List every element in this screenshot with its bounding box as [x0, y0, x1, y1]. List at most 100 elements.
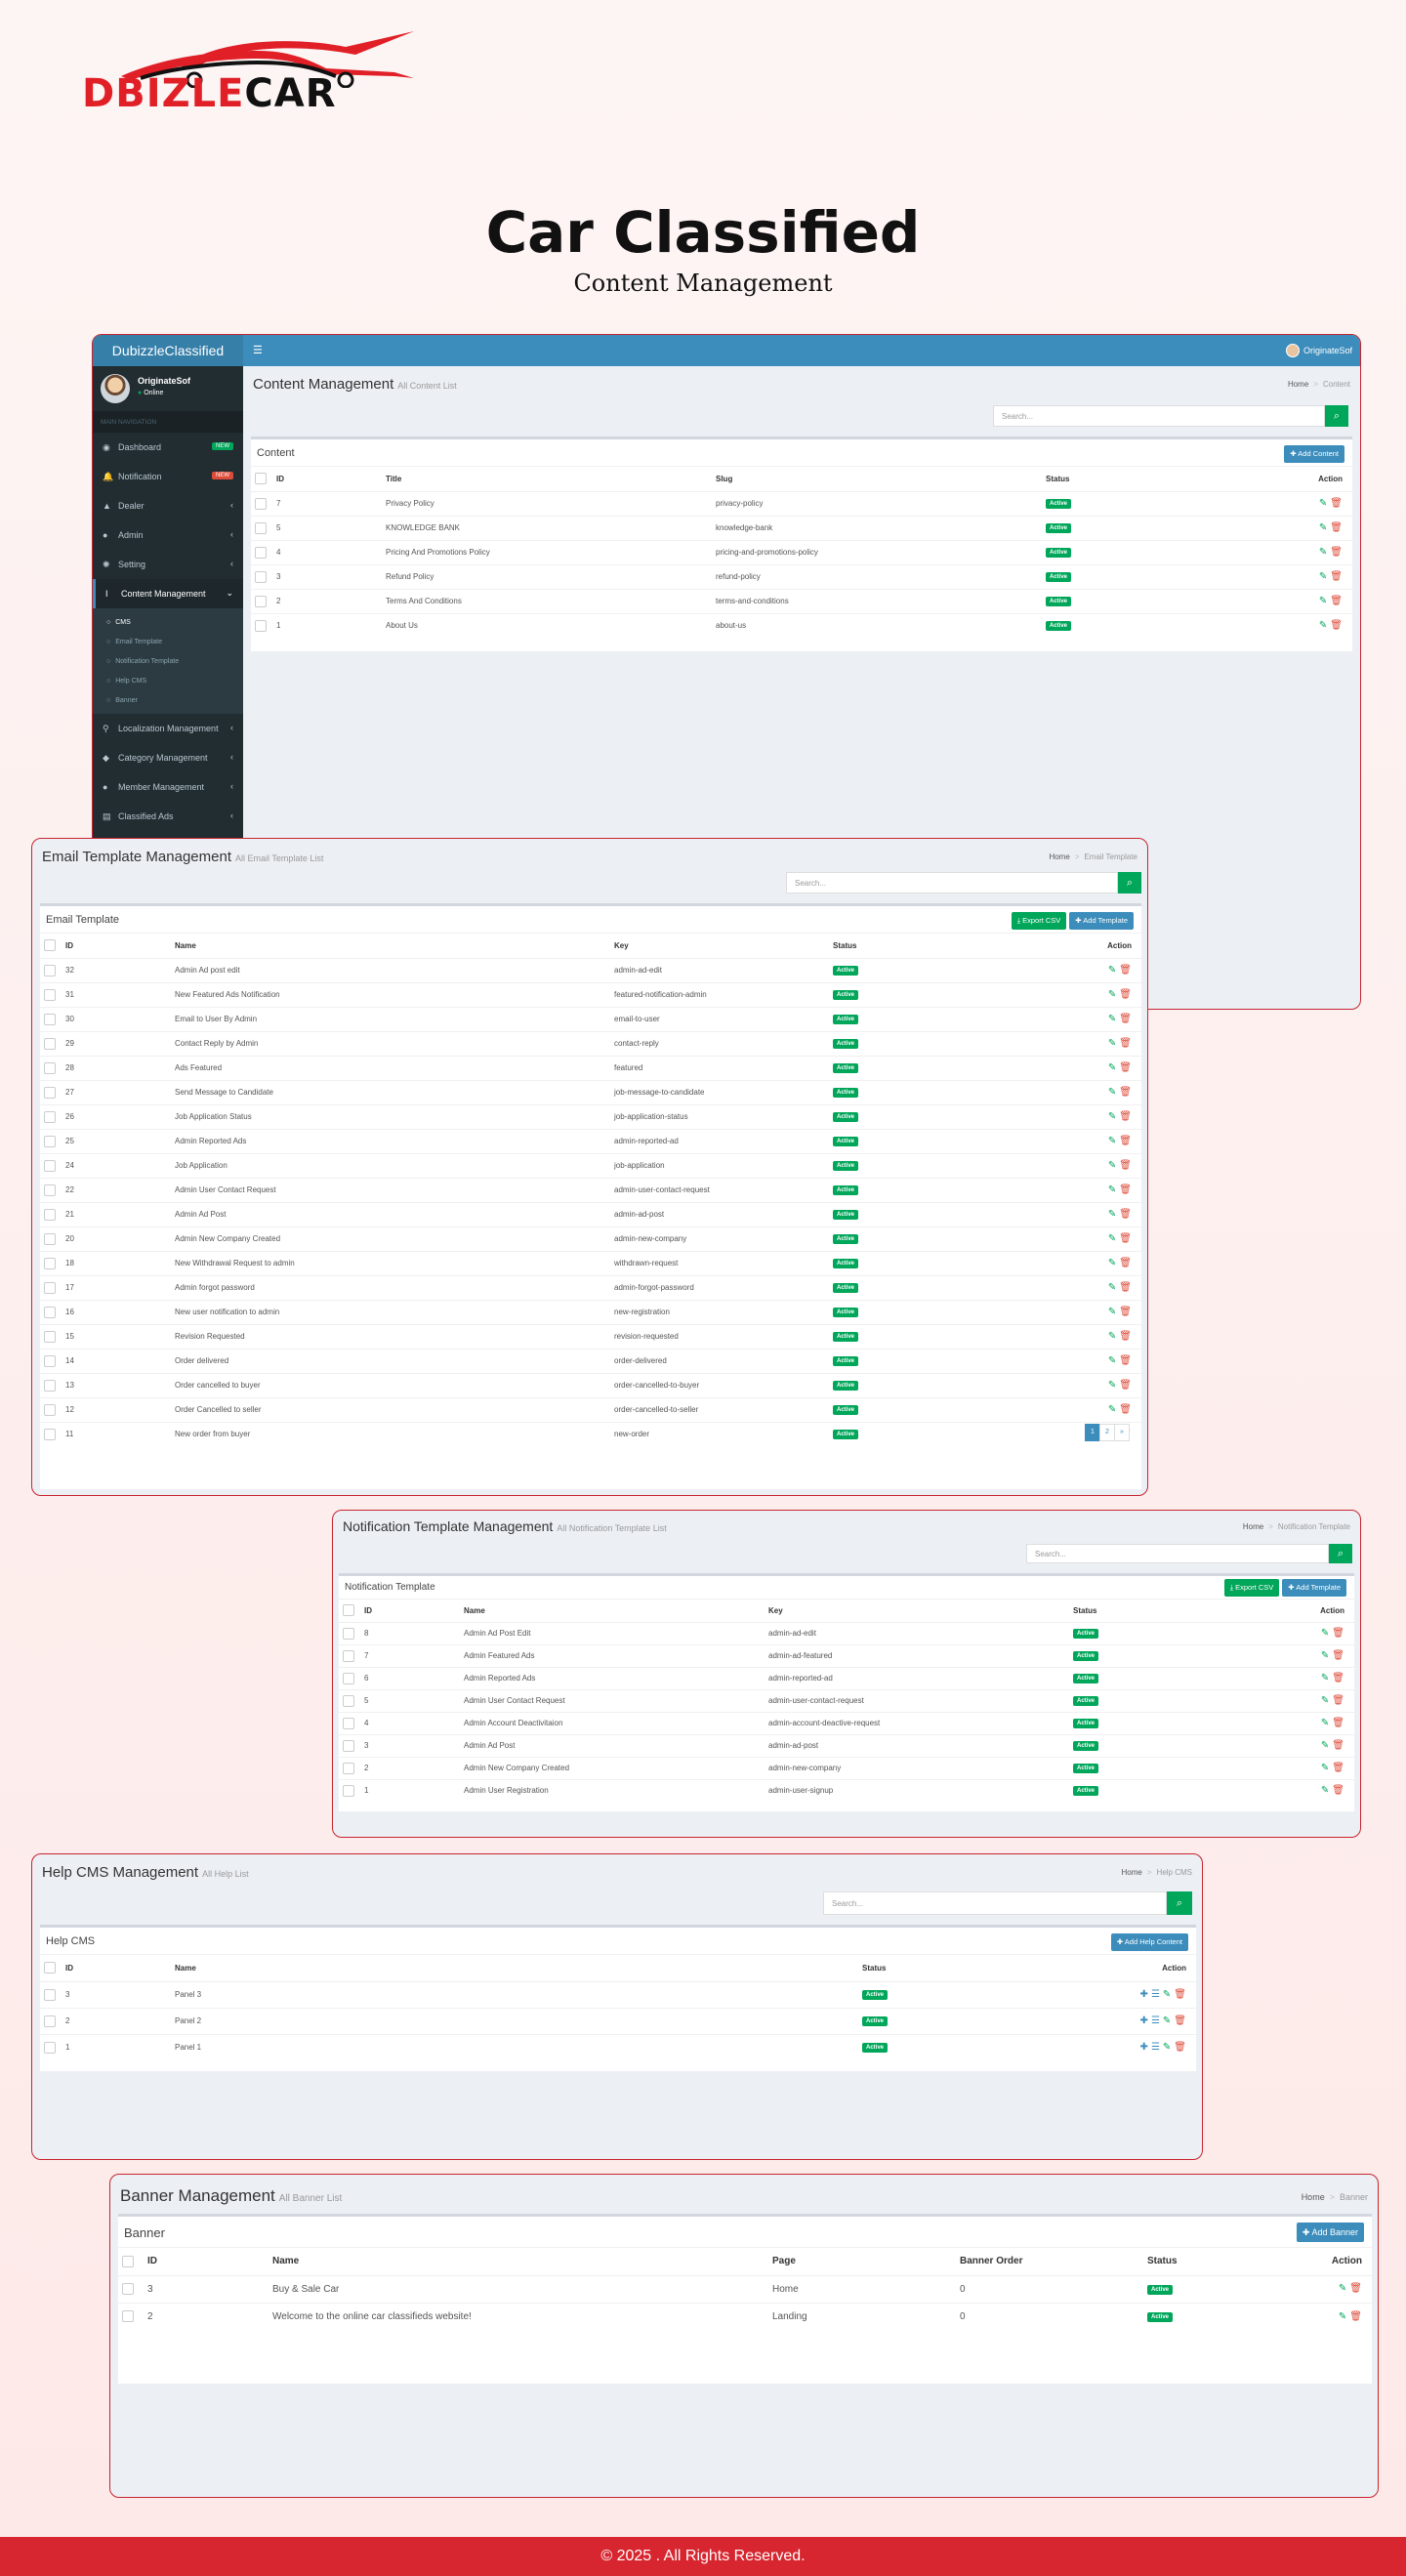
row-checkbox[interactable]: [40, 1128, 62, 1153]
search-input[interactable]: Search...: [1026, 1544, 1329, 1563]
delete-icon[interactable]: 🗑: [1330, 498, 1343, 509]
search-input[interactable]: Search...: [786, 872, 1118, 893]
delete-icon[interactable]: 🗑: [1119, 1014, 1132, 1024]
sidebar-item-admin[interactable]: ● Admin ‹: [93, 520, 243, 550]
row-checkbox[interactable]: [40, 2007, 62, 2034]
row-checkbox[interactable]: [40, 1323, 62, 1349]
row-checkbox[interactable]: [251, 539, 272, 564]
submenu-item-notification-template[interactable]: ○ Notification Template: [93, 651, 243, 671]
list-icon[interactable]: ☰: [1151, 2042, 1160, 2053]
edit-icon[interactable]: ✎: [1319, 620, 1327, 631]
delete-icon[interactable]: 🗑: [1119, 1038, 1132, 1049]
delete-icon[interactable]: 🗑: [1119, 1184, 1132, 1195]
edit-icon[interactable]: ✎: [1108, 1014, 1116, 1024]
list-icon[interactable]: ☰: [1151, 2015, 1160, 2026]
row-checkbox[interactable]: [40, 1103, 62, 1129]
delete-icon[interactable]: 🗑: [1119, 1307, 1132, 1317]
search-button[interactable]: ⌕: [1325, 405, 1348, 427]
export-csv-button[interactable]: ⤓ Export CSV: [1011, 912, 1067, 930]
row-checkbox[interactable]: [339, 1643, 360, 1667]
edit-icon[interactable]: ✎: [1321, 1695, 1329, 1706]
row-checkbox[interactable]: [40, 1250, 62, 1275]
row-checkbox[interactable]: [40, 1421, 62, 1446]
row-checkbox[interactable]: [251, 612, 272, 638]
row-checkbox[interactable]: [251, 490, 272, 516]
delete-icon[interactable]: 🗑: [1330, 571, 1343, 582]
edit-icon[interactable]: ✎: [1108, 1307, 1116, 1317]
edit-icon[interactable]: ✎: [1339, 2283, 1346, 2294]
search-input[interactable]: Search...: [823, 1891, 1167, 1915]
submenu-item-cms[interactable]: ○ CMS: [93, 612, 243, 632]
add-content-button[interactable]: ✚ Add Content: [1284, 445, 1344, 463]
submenu-item-banner[interactable]: ○ Banner: [93, 690, 243, 710]
delete-icon[interactable]: 🗑: [1119, 1380, 1132, 1391]
delete-icon[interactable]: 🗑: [1119, 1209, 1132, 1220]
row-checkbox[interactable]: [339, 1711, 360, 1734]
sidebar-item-dealer[interactable]: ▲ Dealer ‹: [93, 491, 243, 520]
list-icon[interactable]: ☰: [1151, 1989, 1160, 2000]
row-checkbox[interactable]: [40, 1396, 62, 1422]
search-input[interactable]: Search...: [993, 405, 1325, 427]
delete-icon[interactable]: 🗑: [1330, 522, 1343, 533]
row-checkbox[interactable]: [40, 1201, 62, 1226]
edit-icon[interactable]: ✎: [1108, 1062, 1116, 1073]
delete-icon[interactable]: 🗑: [1119, 1062, 1132, 1073]
delete-icon[interactable]: 🗑: [1332, 1740, 1344, 1751]
row-checkbox[interactable]: [40, 1055, 62, 1080]
delete-icon[interactable]: 🗑: [1119, 1331, 1132, 1342]
edit-icon[interactable]: ✎: [1108, 1087, 1116, 1098]
delete-icon[interactable]: 🗑: [1119, 1404, 1132, 1415]
top-user-menu[interactable]: OriginateSof: [1285, 344, 1352, 357]
sidebar-item-content-management[interactable]: I Content Management ⌄: [93, 579, 243, 608]
delete-icon[interactable]: 🗑: [1174, 1989, 1186, 2000]
row-checkbox[interactable]: [251, 515, 272, 540]
edit-icon[interactable]: ✎: [1319, 596, 1327, 606]
edit-icon[interactable]: ✎: [1108, 1111, 1116, 1122]
select-all-checkbox[interactable]: [339, 1600, 360, 1623]
delete-icon[interactable]: 🗑: [1332, 1695, 1344, 1706]
select-all-checkbox[interactable]: [40, 934, 62, 959]
edit-icon[interactable]: ✎: [1319, 522, 1327, 533]
row-checkbox[interactable]: [40, 1299, 62, 1324]
add-help-content-button[interactable]: ✚ Add Help Content: [1110, 1933, 1188, 1951]
row-checkbox[interactable]: [40, 1348, 62, 1373]
edit-icon[interactable]: ✎: [1321, 1763, 1329, 1773]
row-checkbox[interactable]: [339, 1778, 360, 1802]
export-csv-button[interactable]: ⤓ Export CSV: [1223, 1579, 1280, 1597]
edit-icon[interactable]: ✎: [1108, 1160, 1116, 1171]
row-checkbox[interactable]: [40, 1980, 62, 2008]
edit-icon[interactable]: ✎: [1339, 2311, 1346, 2322]
delete-icon[interactable]: 🗑: [1119, 1355, 1132, 1366]
row-checkbox[interactable]: [339, 1688, 360, 1712]
row-checkbox[interactable]: [40, 2033, 62, 2060]
row-checkbox[interactable]: [118, 2274, 144, 2303]
edit-icon[interactable]: ✎: [1163, 1989, 1171, 2000]
sidebar-item-category-management[interactable]: ◆ Category Management ‹: [93, 743, 243, 772]
search-button[interactable]: ⌕: [1329, 1544, 1352, 1563]
row-checkbox[interactable]: [339, 1666, 360, 1689]
edit-icon[interactable]: ✎: [1321, 1650, 1329, 1661]
edit-icon[interactable]: ✎: [1108, 1038, 1116, 1049]
sidebar-item-dashboard[interactable]: ◉ Dashboard NEW: [93, 433, 243, 462]
edit-icon[interactable]: ✎: [1163, 2042, 1171, 2053]
sidebar-item-setting[interactable]: ✺ Setting ‹: [93, 550, 243, 579]
page-button-1[interactable]: 1: [1085, 1424, 1100, 1441]
delete-icon[interactable]: 🗑: [1174, 2015, 1186, 2026]
breadcrumb-home[interactable]: Home: [1122, 1868, 1142, 1877]
delete-icon[interactable]: 🗑: [1332, 1785, 1344, 1796]
page-button-2[interactable]: 2: [1099, 1424, 1115, 1441]
edit-icon[interactable]: ✎: [1108, 1184, 1116, 1195]
edit-icon[interactable]: ✎: [1108, 1136, 1116, 1146]
search-button[interactable]: ⌕: [1167, 1891, 1192, 1915]
row-checkbox[interactable]: [118, 2302, 144, 2330]
delete-icon[interactable]: 🗑: [1332, 1673, 1344, 1683]
edit-icon[interactable]: ✎: [1319, 498, 1327, 509]
breadcrumb-home[interactable]: Home: [1288, 380, 1308, 389]
row-checkbox[interactable]: [40, 1006, 62, 1031]
row-checkbox[interactable]: [339, 1756, 360, 1779]
delete-icon[interactable]: 🗑: [1119, 1136, 1132, 1146]
delete-icon[interactable]: 🗑: [1330, 596, 1343, 606]
edit-icon[interactable]: ✎: [1108, 1209, 1116, 1220]
edit-icon[interactable]: ✎: [1108, 989, 1116, 1000]
next-page-button[interactable]: »: [1114, 1424, 1130, 1441]
